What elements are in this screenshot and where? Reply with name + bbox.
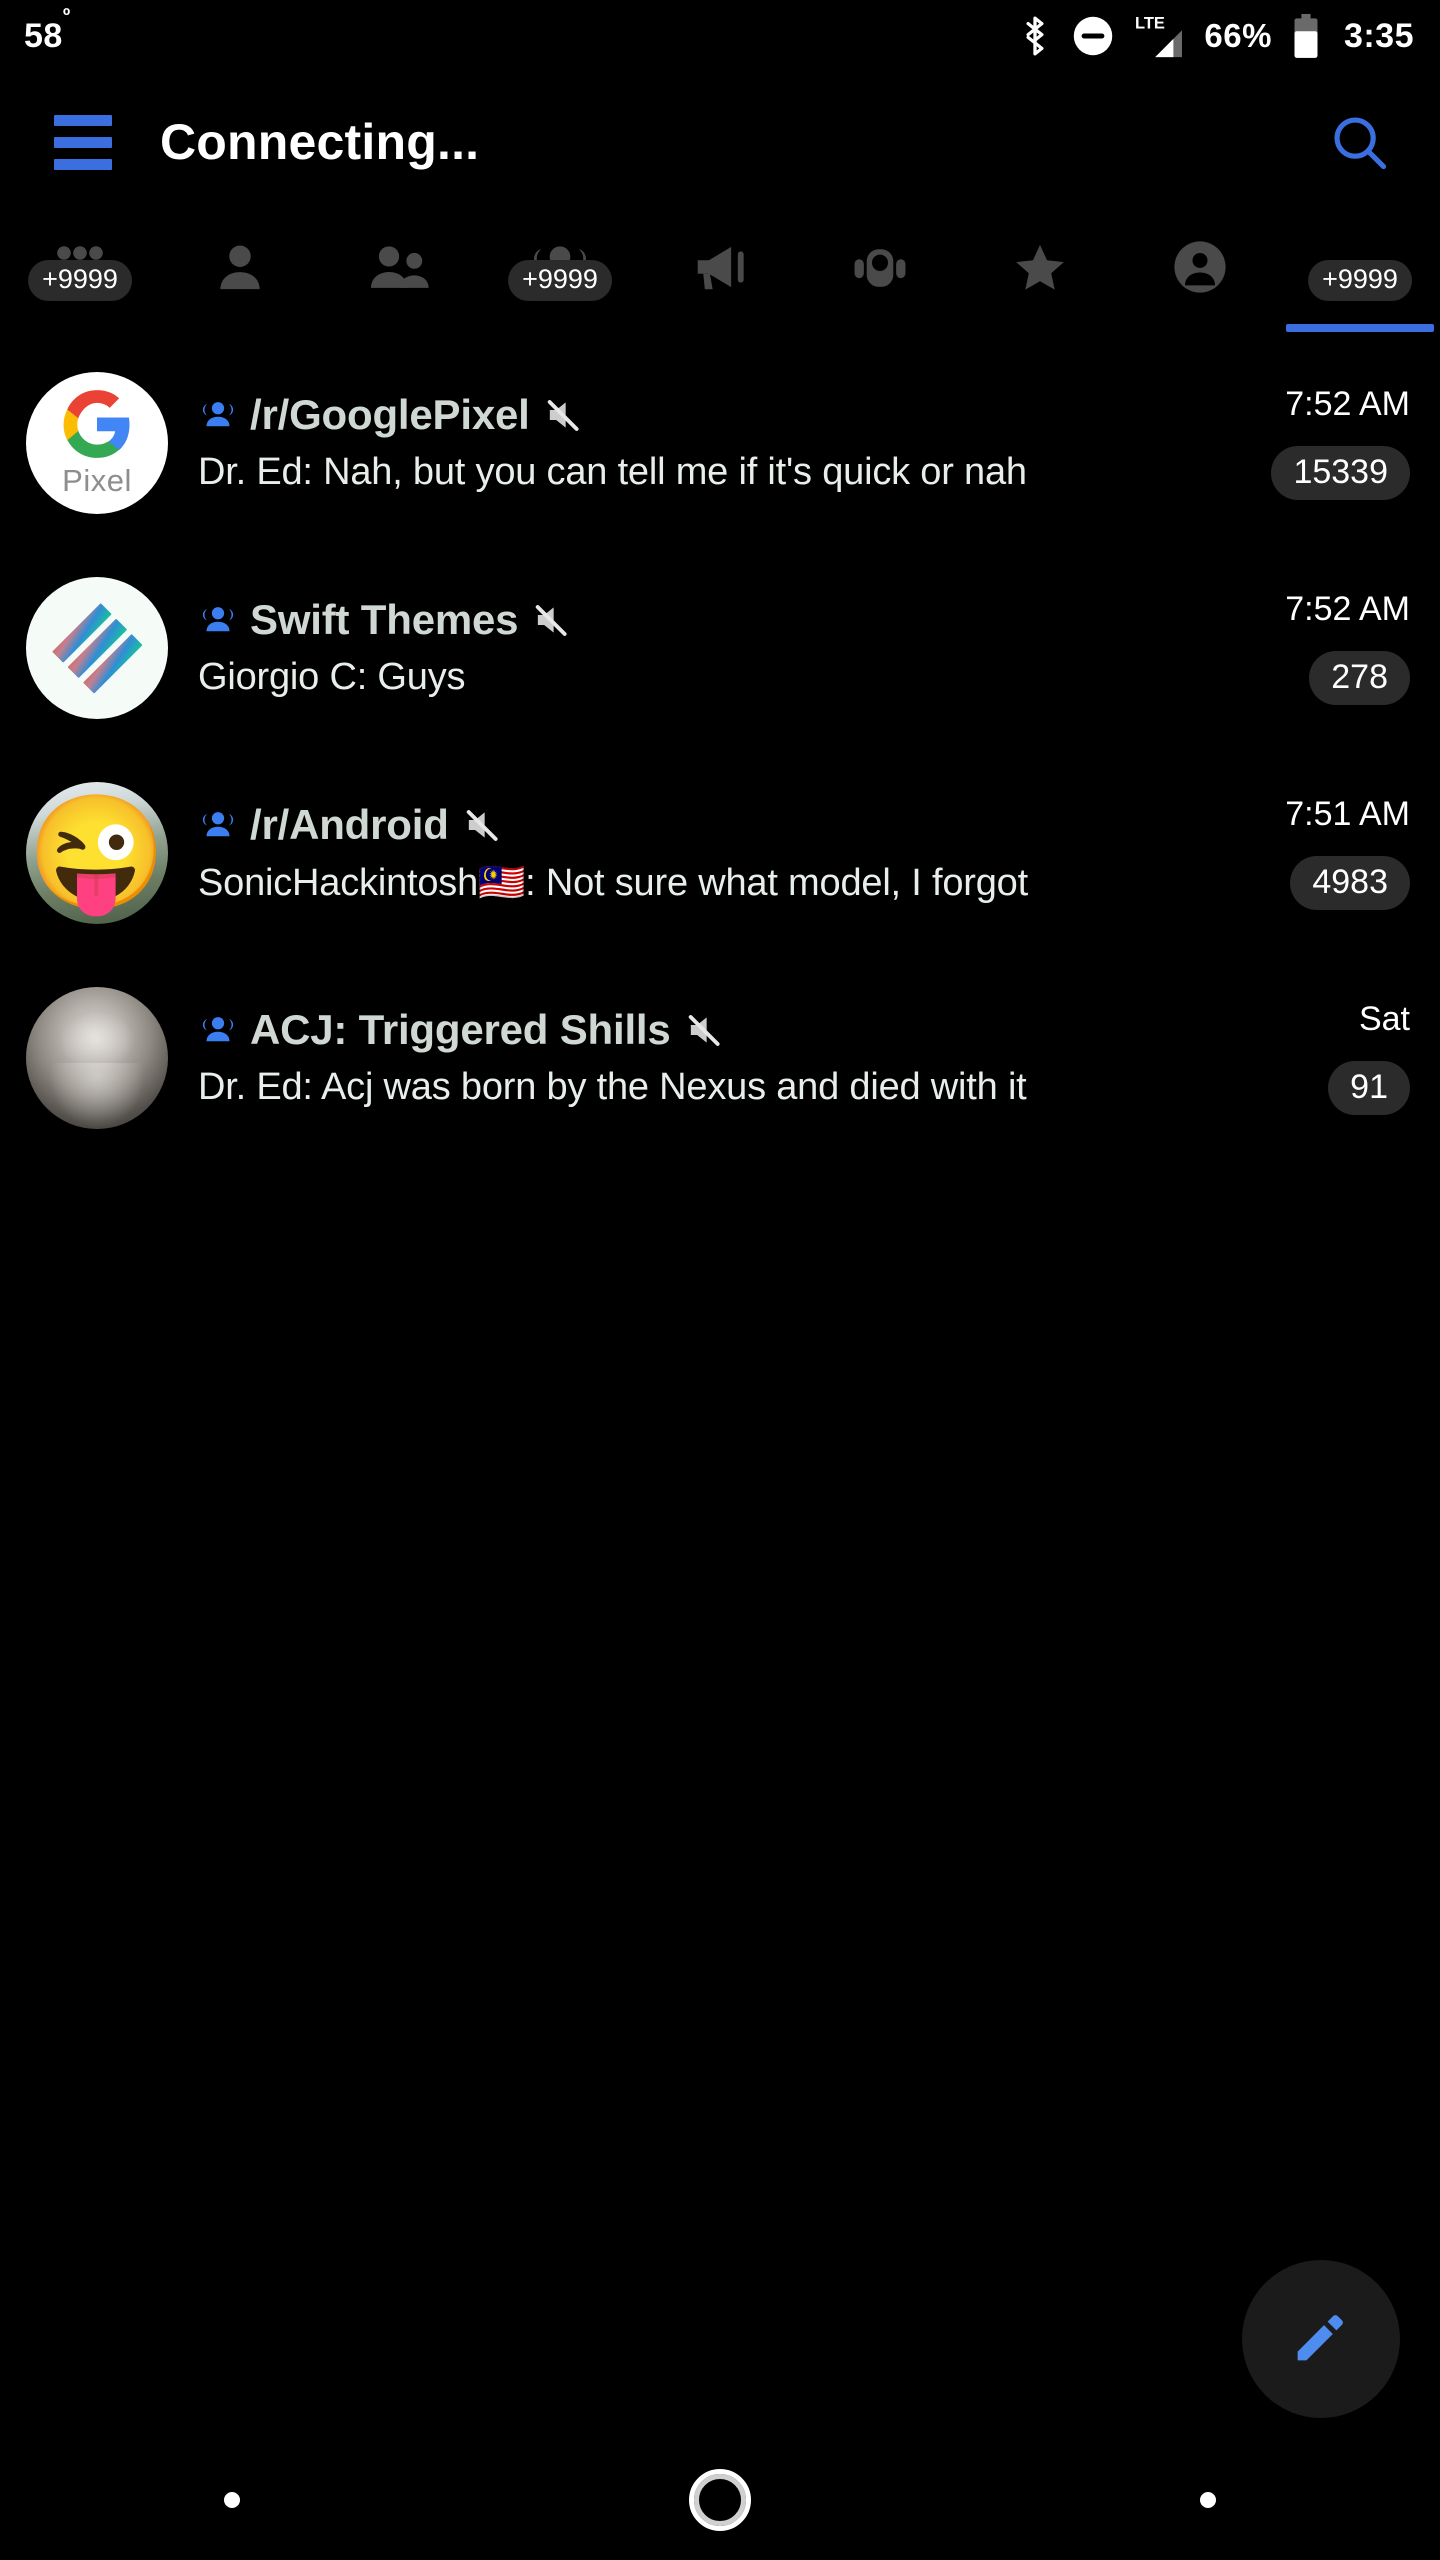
chat-title-row: Swift Themes [198,596,1275,644]
tab-contact-circle[interactable] [1120,212,1280,332]
unread-count-badge: 4983 [1290,856,1410,910]
chat-name: Swift Themes [250,596,519,643]
tab-all-chats[interactable]: +9999 [0,212,160,332]
chat-preview-message: SonicHackintosh🇲🇾: Not sure what model, … [198,861,1028,904]
cellular-signal-icon: LTE [1134,13,1184,59]
unread-count-badge: 15339 [1271,446,1410,500]
chat-content: /r/GooglePixel Dr. Ed: Nah, but you can … [198,391,1271,494]
hamburger-bar-1 [54,114,112,126]
chat-preview-message: Dr. Ed: Nah, but you can tell me if it's… [198,451,1027,493]
nav-dot-left[interactable] [224,2492,241,2508]
star-icon [1010,239,1070,295]
pixel-avatar-label: Pixel [62,462,132,498]
tab-contacts[interactable] [160,212,320,332]
tab-groups[interactable]: +9999 [480,212,640,332]
muted-speaker-icon [544,395,584,435]
chat-timestamp: 7:51 AM [1285,795,1410,833]
nav-dot-right[interactable] [1199,2492,1216,2508]
muted-speaker-icon [532,600,572,640]
person-icon [212,239,268,295]
chat-meta: 7:52 AM 15339 [1271,385,1410,500]
two-people-icon [367,239,433,295]
pencil-edit-icon [1288,2304,1354,2375]
tab-badge: +9999 [1308,260,1412,301]
search-icon[interactable] [1328,111,1390,173]
weather-temperature: 58º [24,5,71,55]
avatar[interactable] [26,576,168,719]
tab-badge: +9999 [508,260,612,301]
contact-badge-icon [1171,238,1229,296]
chat-name: /r/Android [250,800,449,848]
chat-preview-message: Dr. Ed: Acj was born by the Nexus and di… [198,1066,1027,1108]
chat-timestamp: Sat [1358,1000,1410,1038]
app-bar: Connecting... [0,72,1440,212]
unread-count-badge: 91 [1328,1061,1410,1115]
chat-timestamp: 7:52 AM [1285,590,1410,628]
hamburger-bar-3 [54,158,112,170]
swift-themes-avatar [26,576,168,719]
active-tab-indicator [1286,324,1434,332]
hamburger-bar-2 [54,136,112,148]
robot-icon [849,239,911,295]
tab-badge: +9999 [28,260,132,301]
do-not-disturb-icon [1072,15,1114,57]
megaphone-icon [691,239,749,295]
system-navigation-bar [0,2440,1440,2560]
group-people-icon [198,809,238,841]
unread-count-badge: 278 [1309,651,1410,705]
tab-unread[interactable]: +9999 [1280,212,1440,332]
chat-content: Swift Themes Giorgio C: Guys [198,596,1285,699]
tab-bar: +9999 +9999 +9999 [0,212,1440,332]
status-bar-clock: 3:35 [1343,16,1414,55]
table-row[interactable]: Swift Themes Giorgio C: Guys 7:52 AM 278 [0,545,1440,750]
chat-meta: Sat 91 [1328,1000,1410,1115]
table-row[interactable]: Pixel /r/GooglePixel Dr. Ed: Nah, but yo… [0,340,1440,545]
chat-preview-message: Giorgio C: Guys [198,656,466,698]
group-people-icon [198,399,238,431]
avatar[interactable]: Pixel [26,371,168,514]
tab-favorites[interactable] [960,212,1120,332]
swift-stripes-icon [52,603,143,693]
svg-text:LTE: LTE [1135,15,1165,33]
tab-channels[interactable] [640,212,800,332]
tab-bots[interactable] [800,212,960,332]
portrait-photo-avatar [26,986,168,1129]
avatar[interactable] [26,986,168,1129]
chat-name: ACJ: Triggered Shills [250,1006,671,1053]
hamburger-menu-icon[interactable] [28,114,138,170]
battery-icon [1292,13,1320,59]
chat-content: /r/Android SonicHackintosh🇲🇾: Not sure w… [198,801,1285,905]
table-row[interactable]: ACJ: Triggered Shills Dr. Ed: Acj was bo… [0,955,1440,1160]
bluetooth-icon [1018,14,1052,58]
chat-list: Pixel /r/GooglePixel Dr. Ed: Nah, but yo… [0,340,1440,1160]
table-row[interactable]: 😜 /r/Android SonicHackintosh🇲🇾: Not sure… [0,750,1440,955]
battery-percent: 66% [1204,17,1272,54]
avatar[interactable]: 😜 [26,781,168,924]
group-people-icon [198,1014,238,1046]
status-bar: 58º LTE 66% 3:35 [0,0,1440,72]
chat-title-row: /r/Android [198,801,1275,849]
pixel-avatar: Pixel [26,371,168,514]
status-bar-icons: LTE 66% 3:35 [1018,13,1414,59]
chat-title-row: /r/GooglePixel [198,391,1261,439]
chat-content: ACJ: Triggered Shills Dr. Ed: Acj was bo… [198,1006,1328,1109]
tab-private-chats[interactable] [320,212,480,332]
chat-timestamp: 7:52 AM [1285,385,1410,423]
muted-speaker-icon [463,805,503,845]
compose-fab-button[interactable] [1242,2260,1400,2418]
chat-title-row: ACJ: Triggered Shills [198,1006,1318,1054]
group-people-icon [198,604,238,636]
page-title: Connecting... [160,114,480,170]
nav-home-circle[interactable] [688,2469,751,2531]
chat-name: /r/GooglePixel [250,391,530,438]
google-g-icon [63,389,130,458]
chat-meta: 7:51 AM 4983 [1285,795,1410,910]
chat-meta: 7:52 AM 278 [1285,590,1410,705]
emoji-avatar: 😜 [26,781,168,924]
muted-speaker-icon [685,1010,725,1050]
